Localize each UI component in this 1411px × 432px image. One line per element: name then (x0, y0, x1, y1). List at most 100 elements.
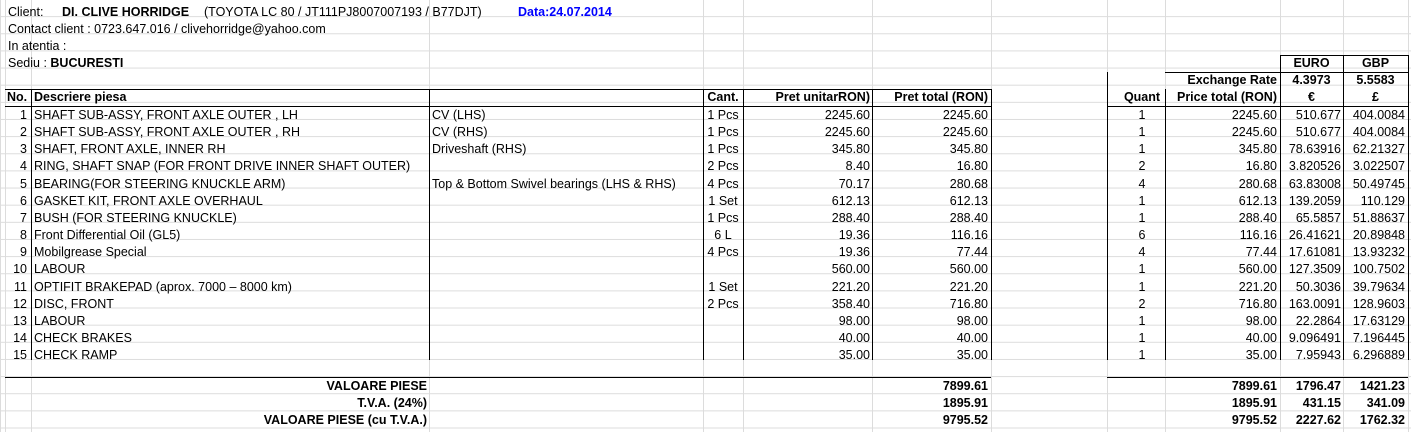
row-quantity: 4 Pcs (707, 176, 739, 191)
total-ron: 7899.61 (942, 379, 988, 393)
total-price-total: 1895.91 (1231, 396, 1277, 411)
row-note (432, 227, 702, 244)
row-no: 9 (20, 245, 27, 260)
row-price-total: 345.80 (1238, 142, 1277, 157)
row-total-price: 716.80 (949, 296, 988, 311)
row-unit-price: 19.36 (838, 228, 870, 243)
row-gbp: 6.296889 (1352, 348, 1405, 363)
row-quantity (703, 347, 743, 364)
row-quantity: 2 Pcs (707, 159, 739, 174)
row-quantity (703, 313, 743, 330)
row-unit-price: 560.00 (831, 262, 870, 277)
row-euro: 139.2059 (1288, 193, 1341, 208)
exchange-rate-label: Exchange Rate (1187, 73, 1277, 87)
row-note: CV (LHS) (432, 108, 486, 122)
euro-label: EURO (1293, 56, 1330, 70)
total-euro: 2227.62 (1295, 413, 1341, 428)
row-price-total: 40.00 (1245, 330, 1277, 345)
row-price-total: 77.44 (1245, 245, 1277, 260)
row-total-price: 35.00 (956, 348, 988, 363)
row-no: 10 (13, 262, 27, 277)
row-note (432, 313, 702, 330)
row-note (432, 210, 702, 227)
sediu-row: Sediu : BUCURESTI (8, 55, 123, 72)
attention-label: In atentia : (8, 39, 67, 53)
row-euro: 7.95943 (1295, 348, 1341, 363)
row-description: SHAFT, FRONT AXLE, INNER RH (34, 142, 226, 157)
row-unit-price: 612.13 (831, 193, 870, 208)
row-gbp: 110.129 (1360, 193, 1405, 208)
row-no: 11 (14, 279, 27, 294)
row-euro: 163.0091 (1288, 296, 1341, 311)
row-description: LABOUR (34, 313, 86, 328)
row-no: 3 (20, 142, 27, 157)
total-ron: 1895.91 (942, 396, 988, 411)
row-unit-price: 2245.60 (824, 108, 870, 122)
row-euro: 63.83008 (1288, 176, 1341, 191)
row-quantity: 1 Pcs (707, 210, 739, 225)
row-no: 14 (13, 330, 27, 345)
row-euro: 510.677 (1295, 108, 1341, 122)
spreadsheet-grid: Client: DI. CLIVE HORRIDGE (TOYOTA LC 80… (0, 0, 1411, 432)
row-description: CHECK RAMP (34, 348, 118, 363)
row-quantity: 6 L (714, 228, 732, 243)
sediu-value: BUCURESTI (50, 56, 124, 70)
row-no: 2 (20, 125, 27, 140)
row-description: GASKET KIT, FRONT AXLE OVERHAUL (34, 193, 263, 208)
vehicle-info: (TOYOTA LC 80 / JT111PJ8007007193 / B77D… (204, 5, 482, 19)
row-gbp: 128.9603 (1352, 296, 1405, 311)
total-price-total: 9795.52 (1231, 413, 1277, 428)
row-total-price: 560.00 (949, 262, 988, 277)
row-price-total: 2245.60 (1231, 125, 1277, 140)
row-price-total: 612.13 (1238, 193, 1277, 208)
row-price-total: 98.00 (1245, 313, 1277, 328)
row-total-price: 280.68 (949, 176, 988, 191)
row-total-price: 2245.60 (942, 108, 988, 122)
row-price-total: 2245.60 (1231, 108, 1277, 122)
row-note: Top & Bottom Swivel bearings (LHS & RHS) (432, 176, 676, 191)
row-quantity (703, 261, 743, 278)
gbp-label: GBP (1361, 56, 1390, 70)
row-unit-price: 288.40 (831, 210, 870, 225)
col-header-gbp-symbol: £ (1372, 90, 1379, 104)
row-euro: 9.096491 (1288, 330, 1341, 345)
euro-rate: 4.3973 (1292, 73, 1331, 87)
row-unit-price: 40.00 (838, 330, 870, 345)
row-gbp: 3.022507 (1352, 159, 1405, 174)
row-gbp: 404.0084 (1352, 108, 1405, 122)
total-gbp: 1421.23 (1359, 379, 1405, 393)
row-unit-price: 35.00 (838, 348, 870, 363)
row-note (432, 347, 702, 364)
row-gbp: 7.196445 (1352, 330, 1405, 345)
row-unit-price: 19.36 (838, 245, 870, 260)
total-gbp: 341.09 (1366, 396, 1405, 411)
row-euro: 26.41621 (1288, 228, 1341, 243)
row-unit-price: 221.20 (831, 279, 870, 294)
row-gbp: 39.79634 (1352, 279, 1405, 294)
row-price-total: 716.80 (1238, 296, 1277, 311)
total-gbp: 1762.32 (1359, 413, 1405, 428)
row-description: SHAFT SUB-ASSY, FRONT AXLE OUTER , RH (34, 125, 301, 140)
row-euro: 3.820526 (1288, 159, 1341, 174)
row-total-price: 77.44 (956, 245, 988, 260)
row-quantity (703, 330, 743, 347)
row-note: Driveshaft (RHS) (432, 142, 527, 157)
row-description: Front Differential Oil (GL5) (34, 228, 181, 243)
row-price-total: 116.16 (1239, 228, 1277, 243)
col-header-unit: Pret unitarRON) (775, 90, 870, 104)
total-label: VALOARE PIESE (cu T.V.A.) (263, 413, 427, 428)
row-euro: 78.63916 (1288, 142, 1341, 157)
row-description: Mobilgrease Special (34, 245, 147, 260)
row-no: 15 (13, 348, 27, 363)
row-price-total: 280.68 (1238, 176, 1277, 191)
row-euro: 510.677 (1295, 125, 1341, 140)
row-unit-price: 98.00 (838, 313, 870, 328)
row-gbp: 100.7502 (1352, 262, 1405, 277)
col-header-total: Pret total (RON) (894, 90, 988, 104)
col-header-euro-symbol: € (1308, 90, 1315, 104)
row-description: RING, SHAFT SNAP (FOR FRONT DRIVE INNER … (34, 159, 411, 174)
row-unit-price: 70.17 (838, 176, 870, 191)
row-description: SHAFT SUB-ASSY, FRONT AXLE OUTER , LH (34, 108, 298, 122)
client-name: DI. CLIVE HORRIDGE (62, 5, 190, 19)
row-note (432, 261, 702, 278)
